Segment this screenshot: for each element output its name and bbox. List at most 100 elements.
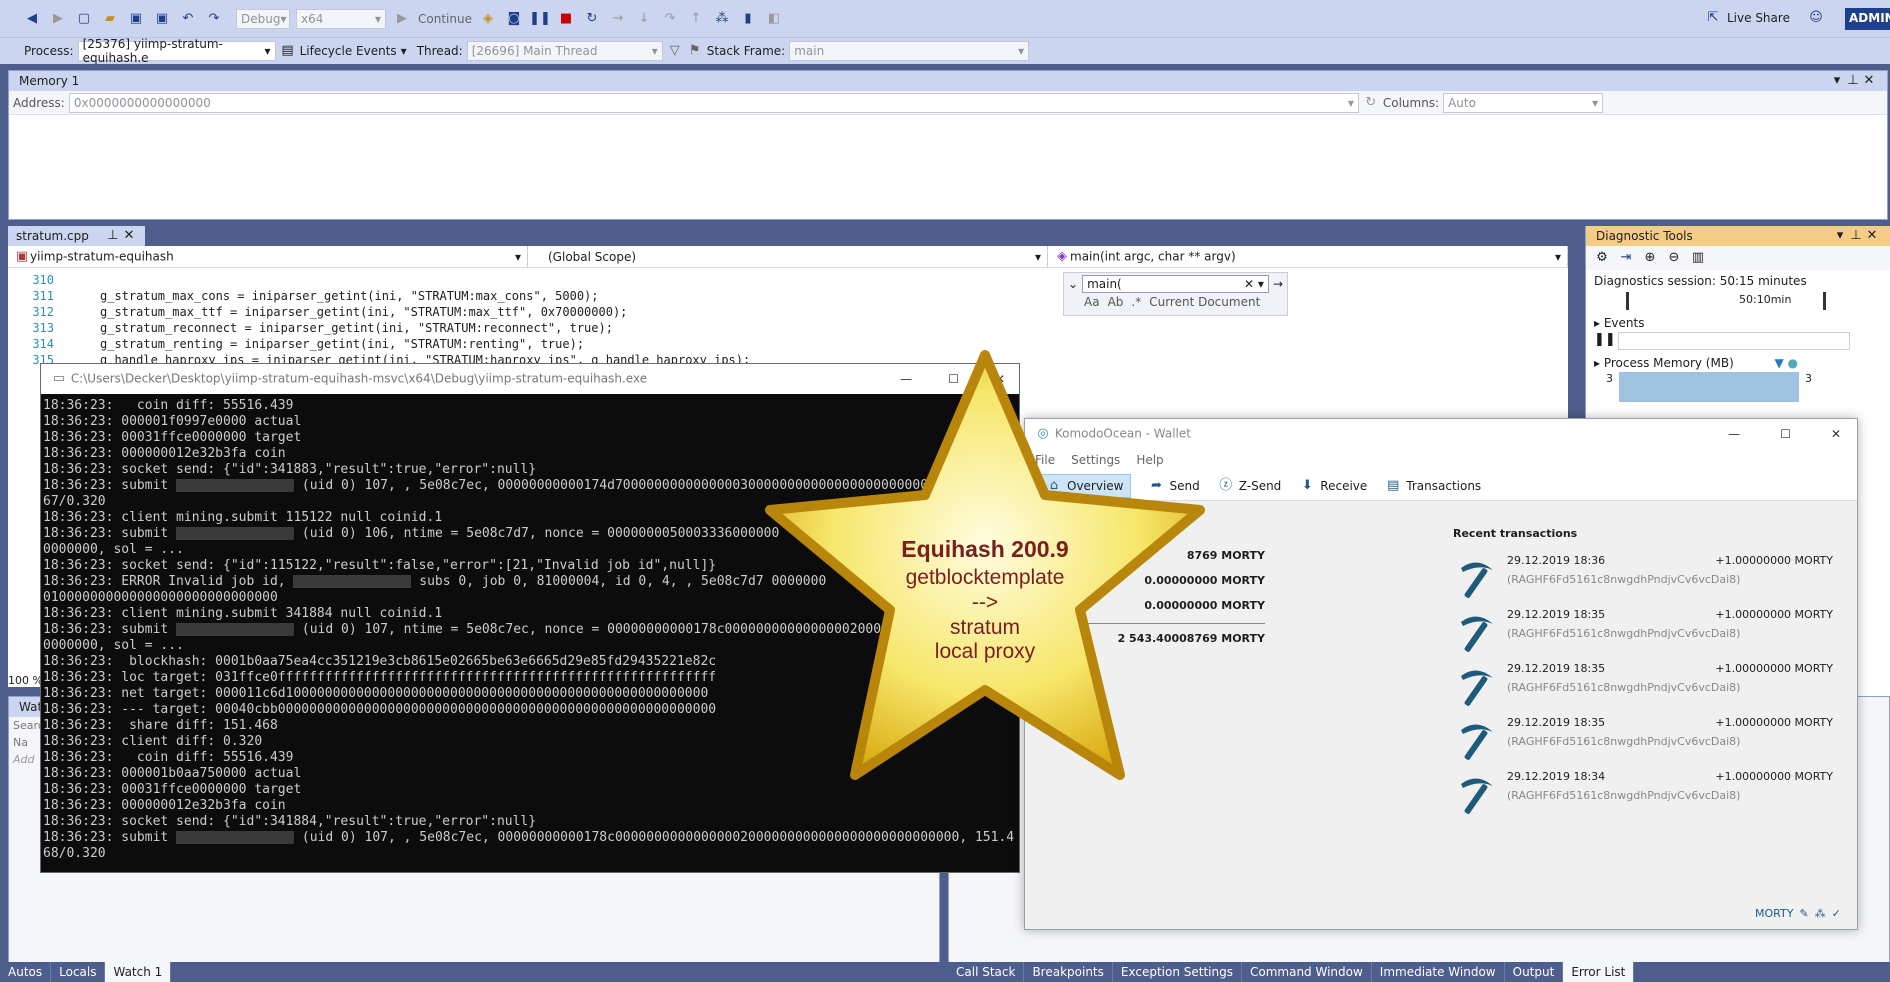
- tab-watch-1[interactable]: Watch 1: [105, 962, 172, 982]
- pin-icon[interactable]: ⊥: [1848, 228, 1864, 244]
- find-next-icon[interactable]: →: [1273, 277, 1283, 291]
- tab-transactions[interactable]: ▤ Transactions: [1385, 478, 1481, 494]
- step-icon[interactable]: →: [608, 9, 628, 29]
- export-icon[interactable]: ⇥: [1618, 250, 1634, 266]
- step-into-icon[interactable]: ↓: [634, 9, 654, 29]
- find-scope-select[interactable]: Current Document: [1149, 295, 1260, 309]
- close-tab-icon[interactable]: ✕: [121, 228, 137, 244]
- pin-icon[interactable]: ⊥: [1845, 73, 1861, 89]
- close-icon[interactable]: ✕: [1861, 73, 1877, 89]
- memory-title-bar: Memory 1 ▾ ⊥ ✕: [9, 71, 1887, 91]
- user-badge[interactable]: ADMIN: [1845, 8, 1890, 30]
- chart-icon[interactable]: ▥: [1690, 250, 1706, 266]
- transaction-row[interactable]: 29.12.2019 18:35 +1.00000000 MORTY (RAGHF6…: [1453, 716, 1833, 770]
- transaction-row[interactable]: 29.12.2019 18:35 +1.00000000 MORTY (RAGHF6…: [1453, 608, 1833, 662]
- code-line[interactable]: 310: [8, 272, 1568, 288]
- regex-icon[interactable]: .*: [1131, 295, 1141, 309]
- zoom-level[interactable]: 100 %: [8, 674, 43, 687]
- transaction-row[interactable]: 29.12.2019 18:35 +1.00000000 MORTY (RAGHF6…: [1453, 662, 1833, 716]
- scope-select[interactable]: (Global Scope) ▾: [528, 246, 1048, 267]
- tab-breakpoints[interactable]: Breakpoints: [1024, 962, 1113, 982]
- back-icon[interactable]: ◀: [22, 9, 42, 29]
- project-select[interactable]: ▣ yiimp-stratum-equihash ▾: [8, 246, 528, 267]
- stop-icon[interactable]: ■: [556, 9, 576, 29]
- config-select[interactable]: Debug ▾: [236, 8, 290, 29]
- events-header[interactable]: ▸ Events: [1586, 310, 1890, 332]
- address-input[interactable]: 0x0000000000000000 ▾: [68, 92, 1359, 113]
- debug-location-toolbar: Process: [25376] yiimp-stratum-equihash.…: [0, 37, 1890, 65]
- minimize-icon[interactable]: —: [1728, 427, 1740, 441]
- new-project-icon[interactable]: ▢: [74, 9, 94, 29]
- star-line4: stratum: [950, 616, 1020, 639]
- lifecycle-events-button[interactable]: Lifecycle Events: [300, 44, 397, 58]
- code-line[interactable]: 312 g_stratum_max_ttf = iniparser_getint(…: [8, 304, 1568, 320]
- save-icon[interactable]: ▣: [126, 9, 146, 29]
- redacted-block: [176, 527, 295, 540]
- close-icon[interactable]: ✕: [1831, 427, 1841, 441]
- tab-error-list[interactable]: Error List: [1563, 962, 1635, 982]
- settings-icon[interactable]: ⚙: [1594, 250, 1610, 266]
- tab-z-send[interactable]: ⓩ Z-Send: [1218, 478, 1281, 494]
- flag-icon[interactable]: ⚑: [687, 43, 703, 59]
- tab-call-stack[interactable]: Call Stack: [948, 962, 1025, 982]
- step-out-icon[interactable]: ↑: [686, 9, 706, 29]
- target-icon[interactable]: ◈: [478, 9, 498, 29]
- zoom-in-icon[interactable]: ⊕: [1642, 250, 1658, 266]
- transaction-address: (RAGHF6Fd5161c8nwgdhPndjvCv6vcDai8): [1507, 735, 1741, 748]
- pause-icon[interactable]: ❚❚: [529, 9, 551, 29]
- dropdown-icon[interactable]: ▾: [1829, 73, 1845, 89]
- continue-icon[interactable]: ▶: [392, 9, 412, 29]
- recent-transactions: Recent transactions 29.12.2019 18:36 +1.0…: [1453, 527, 1833, 824]
- prev-bookmark-icon[interactable]: ◧: [764, 9, 784, 29]
- maximize-icon[interactable]: ☐: [1780, 427, 1791, 441]
- thread-select[interactable]: [26696] Main Thread ▾: [466, 41, 663, 61]
- redo-icon[interactable]: ↷: [204, 9, 224, 29]
- code-line[interactable]: 313 g_stratum_reconnect = iniparser_getin…: [8, 320, 1568, 336]
- tab-output[interactable]: Output: [1505, 962, 1564, 982]
- timeline[interactable]: 50:10min: [1626, 292, 1826, 310]
- hex-icon[interactable]: ⁂: [712, 9, 732, 29]
- screenshot-icon[interactable]: ◙: [504, 9, 524, 29]
- function-select[interactable]: ◈ main(int argc, char ** argv) ▾: [1048, 246, 1568, 267]
- bookmark-icon[interactable]: ▮: [738, 9, 758, 29]
- clear-icon[interactable]: ✕ ▾: [1244, 277, 1264, 291]
- zoom-out-icon[interactable]: ⊖: [1666, 250, 1682, 266]
- transaction-row[interactable]: 29.12.2019 18:34 +1.00000000 MORTY (RAGHF6…: [1453, 770, 1833, 824]
- tab-locals[interactable]: Locals: [51, 962, 106, 982]
- tab-stratum-cpp[interactable]: stratum.cpp ⊥ ✕: [8, 226, 145, 246]
- continue-button[interactable]: Continue: [418, 12, 472, 26]
- save-all-icon[interactable]: ▣: [152, 9, 172, 29]
- tab-exception-settings[interactable]: Exception Settings: [1113, 962, 1242, 982]
- tab-receive[interactable]: ⬇ Receive: [1299, 478, 1367, 494]
- transaction-row[interactable]: 29.12.2019 18:36 +1.00000000 MORTY (RAGHF6…: [1453, 554, 1833, 608]
- tab-immediate-window[interactable]: Immediate Window: [1372, 962, 1505, 982]
- step-over-icon[interactable]: ↷: [660, 9, 680, 29]
- navigation-bar: ▣ yiimp-stratum-equihash ▾ (Global Scope) ▾…: [8, 246, 1568, 268]
- refresh-icon[interactable]: ↻: [1363, 95, 1379, 111]
- code-line[interactable]: 311 g_stratum_max_cons = iniparser_getint…: [8, 288, 1568, 304]
- tab-autos[interactable]: Autos: [0, 962, 52, 982]
- find-box: ⌄ main(✕ ▾ → Aa Ab .* Current Document: [1063, 272, 1288, 316]
- memory-graph[interactable]: [1619, 372, 1799, 402]
- match-case-icon[interactable]: Aa: [1084, 295, 1100, 309]
- process-memory-header[interactable]: ▸ Process Memory (MB) ▼ ●: [1586, 350, 1806, 372]
- columns-select[interactable]: Auto ▾: [1443, 92, 1604, 113]
- open-folder-icon[interactable]: ▰: [100, 9, 120, 29]
- process-select[interactable]: [25376] yiimp-stratum-equihash.e ▾: [77, 37, 276, 65]
- forward-icon[interactable]: ▶: [48, 9, 68, 29]
- platform-select[interactable]: x64 ▾: [296, 8, 386, 29]
- filter-icon[interactable]: ▽: [667, 43, 683, 59]
- whole-word-icon[interactable]: Ab: [1108, 295, 1124, 309]
- pause-events-icon[interactable]: ❚❚: [1594, 332, 1616, 348]
- expand-icon[interactable]: ⌄: [1068, 277, 1078, 291]
- tab-command-window[interactable]: Command Window: [1242, 962, 1372, 982]
- close-icon[interactable]: ✕: [1864, 228, 1880, 244]
- restart-icon[interactable]: ↻: [582, 9, 602, 29]
- pin-icon[interactable]: ⊥: [105, 228, 121, 244]
- undo-icon[interactable]: ↶: [178, 9, 198, 29]
- live-share-button[interactable]: ⇱ Live Share: [1705, 10, 1790, 26]
- person-icon[interactable]: ☺: [1808, 10, 1824, 26]
- dropdown-icon[interactable]: ▾: [1832, 228, 1848, 244]
- find-input[interactable]: main(✕ ▾: [1082, 275, 1269, 293]
- stack-frame-select[interactable]: main ▾: [789, 41, 1030, 61]
